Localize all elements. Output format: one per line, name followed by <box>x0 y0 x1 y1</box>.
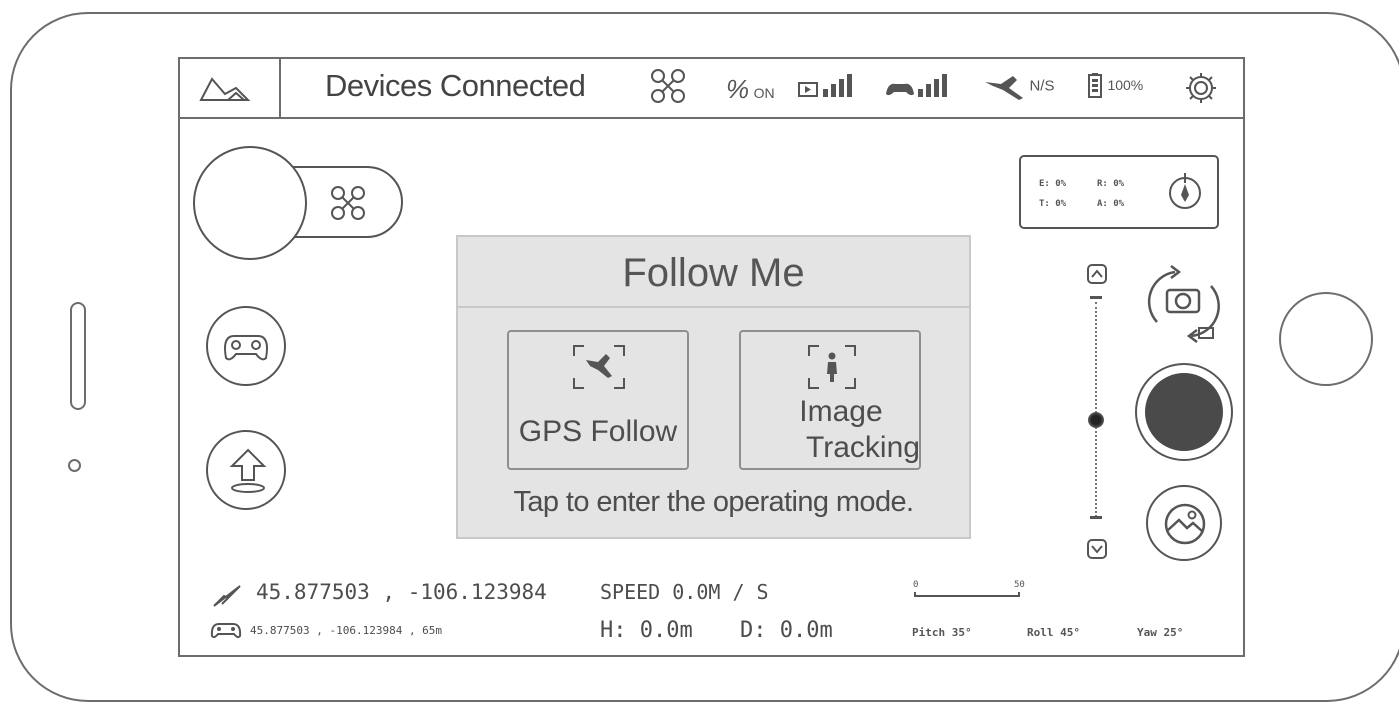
drone-toggle-icon <box>331 186 365 220</box>
gps-follow-button[interactable]: GPS Follow <box>507 330 689 470</box>
compass-icon <box>1169 173 1201 209</box>
drone-icon <box>651 69 685 103</box>
record-button-core <box>1145 373 1223 451</box>
satellite-status-label: N/S <box>1029 77 1055 95</box>
image-tracking-label-line2: Tracking <box>806 431 920 464</box>
takeoff-icon <box>229 448 267 493</box>
zoom-slider-top-cap <box>1090 296 1102 299</box>
takeoff-button[interactable] <box>206 430 286 510</box>
scale-min-label: 0 <box>913 580 919 590</box>
stick-e-value: E: 0% <box>1039 179 1067 189</box>
zoom-down-icon[interactable] <box>1086 538 1108 560</box>
follow-me-title: Follow Me <box>622 251 805 295</box>
phone-home-button[interactable] <box>1279 292 1373 386</box>
zoom-slider-track[interactable] <box>1095 302 1097 517</box>
zoom-up-icon[interactable] <box>1086 263 1108 285</box>
drone-coordinates: 45.877503 , -106.123984 <box>256 580 547 604</box>
battery-icon <box>1088 73 1102 98</box>
distance-readout: D: 0.0m <box>740 618 833 643</box>
roll-readout: Roll 45° <box>1027 626 1080 639</box>
satellite-status: N/S <box>983 72 1054 100</box>
controller-button[interactable] <box>206 306 286 386</box>
controller-coordinates: 45.877503 , -106.123984 , 65m <box>250 624 443 637</box>
image-tracking-label-line1: Image <box>799 395 883 428</box>
satellite-icon <box>985 76 1023 100</box>
camera-switch-icon[interactable] <box>1145 262 1223 346</box>
gallery-icon <box>1164 503 1206 545</box>
height-readout: H: 0.0m <box>600 618 693 643</box>
drone-logo-icon <box>199 77 251 101</box>
battery-label: 100% <box>1107 77 1144 93</box>
gps-follow-label: GPS Follow <box>518 415 678 448</box>
gps-status-label: ON <box>753 85 775 101</box>
gamepad-icon <box>224 335 268 361</box>
map-scale-bar <box>914 592 1020 597</box>
drone-mode-toggle-knob[interactable] <box>193 146 307 260</box>
gps-status: % ON <box>726 74 775 105</box>
stick-readout-box: E: 0% R: 0% T: 0% A: 0% <box>1019 155 1219 229</box>
phone-sensor-dot <box>68 459 81 472</box>
record-button[interactable] <box>1135 363 1233 461</box>
stick-t-value: T: 0% <box>1039 199 1067 209</box>
controller-signal-icon <box>886 74 947 97</box>
yaw-readout: Yaw 25° <box>1137 626 1184 639</box>
controller-location-icon <box>210 623 242 639</box>
pitch-readout: Pitch 35° <box>912 626 972 639</box>
image-tracking-icon <box>808 345 856 389</box>
zoom-slider-bottom-cap <box>1090 516 1102 519</box>
phone-side-button <box>70 302 86 410</box>
drone-location-icon <box>213 585 241 607</box>
stick-r-value: R: 0% <box>1097 179 1125 189</box>
logo-cell[interactable] <box>178 57 281 119</box>
connection-status-title: Devices Connected <box>325 68 586 103</box>
settings-gear-icon[interactable] <box>1185 72 1217 104</box>
gallery-button[interactable] <box>1146 485 1222 561</box>
follow-me-hint: Tap to enter the operating mode. <box>513 486 915 518</box>
scale-max-label: 50 <box>1014 580 1025 590</box>
gps-follow-icon <box>573 345 625 389</box>
speed-readout: SPEED 0.0M / S <box>600 580 769 604</box>
stick-a-value: A: 0% <box>1097 199 1125 209</box>
video-signal-icon <box>798 74 852 97</box>
image-tracking-button[interactable]: Image Tracking <box>739 330 921 470</box>
gps-icon: % <box>726 74 750 104</box>
battery-status: 100% <box>1087 72 1143 98</box>
